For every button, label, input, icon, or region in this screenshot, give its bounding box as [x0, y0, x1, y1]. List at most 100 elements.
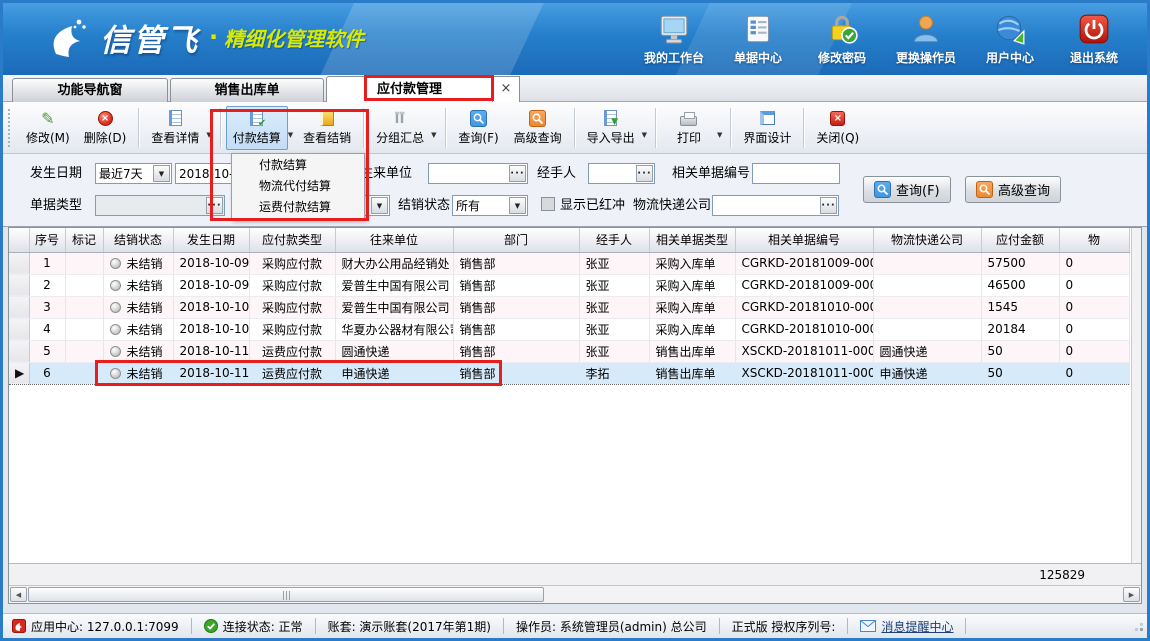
horizontal-scrollbar[interactable]: ◀ ▶: [9, 585, 1141, 603]
group-summary-button[interactable]: 分组汇总: [369, 106, 431, 150]
table-cell: 2: [29, 274, 65, 296]
view-detail-button[interactable]: 查看详情: [144, 106, 206, 150]
tab-sales-outbound[interactable]: 销售出库单: [170, 78, 324, 102]
vendor-input[interactable]: ···: [428, 163, 528, 184]
status-text: 消息提醒中心: [881, 618, 953, 635]
group-summary-dropdown-icon[interactable]: ▼: [431, 131, 436, 139]
tab-close-icon[interactable]: ×: [493, 76, 520, 102]
message-envelope-icon: [860, 620, 876, 632]
payment-settle-icon: ✔: [250, 110, 263, 126]
writeoff-select[interactable]: 所有 ▼: [452, 195, 528, 216]
view-writeoff-button[interactable]: 查看结销: [296, 106, 358, 150]
table-row[interactable]: ▶6未结销2018-10-11运费应付款申通快递销售部李拓销售出库单XSCKD-…: [9, 362, 1129, 384]
column-header[interactable]: 结销状态: [103, 228, 173, 252]
chevron-down-icon[interactable]: ▼: [509, 197, 526, 214]
brand-subtitle: 精细化管理软件: [224, 23, 364, 52]
column-header[interactable]: 应付款类型: [249, 228, 335, 252]
chevron-down-icon[interactable]: ▼: [371, 197, 388, 214]
row-selector-cell: [9, 252, 29, 274]
column-header[interactable]: 相关单据类型: [649, 228, 735, 252]
doc-type-input[interactable]: ···: [95, 195, 225, 216]
table-row[interactable]: 1未结销2018-10-09采购应付款财大办公用品经销处销售部张亚采购入库单CG…: [9, 252, 1129, 274]
menu-item-logistics-agency-settle[interactable]: 物流代付结算: [232, 176, 364, 197]
query-button[interactable]: 查询(F): [863, 176, 951, 203]
nav-switch-operator[interactable]: 更换操作员: [884, 12, 968, 66]
table-row[interactable]: 2未结销2018-10-09采购应付款爱普生中国有限公司销售部张亚采购入库单CG…: [9, 274, 1129, 296]
column-header[interactable]: 部门: [453, 228, 579, 252]
close-button[interactable]: × 关闭(Q): [809, 106, 866, 150]
group-summary-icon: [392, 110, 408, 126]
table-cell: 运费应付款: [249, 362, 335, 384]
table-cell: 0: [1059, 362, 1129, 384]
payment-settle-dropdown-icon[interactable]: ▼: [288, 131, 293, 139]
scroll-right-icon[interactable]: ▶: [1123, 587, 1140, 602]
nav-document-center[interactable]: 单据中心: [716, 12, 800, 66]
scrollbar-thumb[interactable]: [28, 587, 544, 602]
show-red-flush-label: 显示已红冲: [560, 196, 625, 216]
tab-function-nav[interactable]: 功能导航窗: [12, 78, 168, 102]
nav-change-password[interactable]: 修改密码: [800, 12, 884, 66]
handler-input[interactable]: ···: [588, 163, 655, 184]
column-header[interactable]: 发生日期: [173, 228, 249, 252]
print-button[interactable]: 打印: [661, 106, 717, 150]
column-header[interactable]: 序号: [29, 228, 65, 252]
query-button-label: 查询(F): [896, 180, 940, 199]
column-header[interactable]: 应付金额: [981, 228, 1059, 252]
payment-settle-button[interactable]: ✔ 付款结算: [226, 106, 288, 150]
vertical-scrollbar[interactable]: [1131, 228, 1141, 563]
import-export-button[interactable]: ▼ 导入导出: [580, 106, 642, 150]
view-writeoff-book-icon: [320, 110, 334, 126]
status-message-center[interactable]: 消息提醒中心: [848, 618, 966, 634]
tab-payables-management[interactable]: 应付款管理: [326, 76, 493, 102]
grid-header-row: 序号标记结销状态发生日期应付款类型往来单位部门经手人相关单据类型相关单据编号物流…: [9, 228, 1129, 252]
column-header[interactable]: 相关单据编号: [735, 228, 873, 252]
table-row[interactable]: 3未结销2018-10-10采购应付款爱普生中国有限公司销售部张亚采购入库单CG…: [9, 296, 1129, 318]
table-cell: 申通快递: [873, 362, 981, 384]
table-row[interactable]: 5未结销2018-10-11运费应付款圆通快递销售部张亚销售出库单XSCKD-2…: [9, 340, 1129, 362]
table-cell: 1545: [981, 296, 1059, 318]
vendor-picker-icon[interactable]: ···: [509, 165, 526, 182]
import-export-dropdown-icon[interactable]: ▼: [642, 131, 647, 139]
column-header[interactable]: 物: [1059, 228, 1129, 252]
view-detail-dropdown-icon[interactable]: ▼: [206, 131, 211, 139]
column-header[interactable]: 经手人: [579, 228, 649, 252]
menu-item-payment-settle[interactable]: 付款结算: [232, 155, 364, 176]
related-no-input[interactable]: [752, 163, 840, 184]
ui-design-button[interactable]: 界面设计: [736, 106, 798, 150]
logistics-input[interactable]: ···: [712, 195, 839, 216]
table-cell: [873, 296, 981, 318]
advanced-query-button[interactable]: 高级查询: [965, 176, 1061, 203]
edit-button[interactable]: ✎ 修改(M): [19, 106, 77, 150]
column-header[interactable]: 标记: [65, 228, 103, 252]
view-detail-doc-icon: [169, 110, 182, 126]
show-red-flush-checkbox[interactable]: [541, 197, 555, 211]
query-button-toolbar[interactable]: 查询(F): [451, 106, 507, 150]
chevron-down-icon[interactable]: ▼: [153, 165, 170, 182]
toolbar-separator: [574, 108, 575, 148]
date-range-select[interactable]: 最近7天 ▼: [95, 163, 172, 184]
logistics-picker-icon[interactable]: ···: [820, 197, 837, 214]
advanced-query-magnifier-icon: [529, 110, 546, 127]
button-label: 导入导出: [587, 129, 635, 146]
menu-item-freight-payment-settle[interactable]: 运费付款结算: [232, 197, 364, 218]
table-cell: 2018-10-09: [173, 274, 249, 296]
column-header[interactable]: [9, 228, 29, 252]
column-header[interactable]: 物流快递公司: [873, 228, 981, 252]
table-row[interactable]: 4未结销2018-10-10采购应付款华夏办公器材有限公司销售部张亚采购入库单C…: [9, 318, 1129, 340]
scroll-left-icon[interactable]: ◀: [10, 587, 27, 602]
button-label: 高级查询: [514, 129, 562, 146]
nav-exit-system[interactable]: 退出系统: [1052, 12, 1136, 66]
nav-label: 用户中心: [986, 49, 1034, 66]
resize-grip[interactable]: [1140, 628, 1143, 631]
table-cell: 李拓: [579, 362, 649, 384]
toolbar-grip[interactable]: [8, 109, 13, 147]
handler-picker-icon[interactable]: ···: [636, 165, 653, 182]
doc-type-picker-icon[interactable]: ···: [206, 197, 223, 214]
delete-button[interactable]: × 删除(D): [77, 106, 134, 150]
column-header[interactable]: 往来单位: [335, 228, 453, 252]
nav-my-workbench[interactable]: 我的工作台: [632, 12, 716, 66]
advanced-query-button-toolbar[interactable]: 高级查询: [507, 106, 569, 150]
nav-user-center[interactable]: 用户中心: [968, 12, 1052, 66]
table-cell: 0: [1059, 274, 1129, 296]
print-dropdown-icon[interactable]: ▼: [717, 131, 722, 139]
